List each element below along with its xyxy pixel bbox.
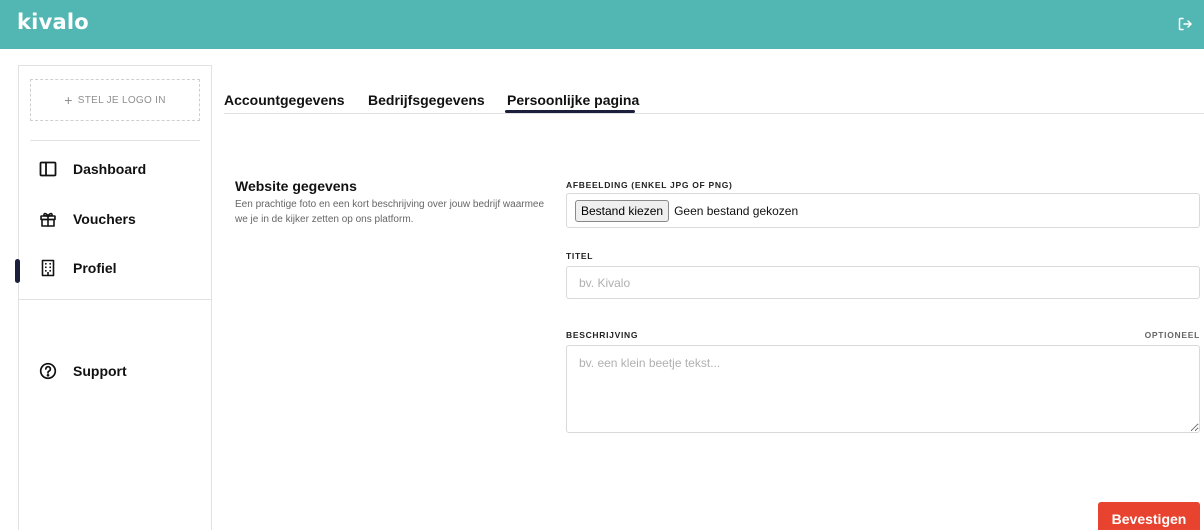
tab-divider <box>224 113 1204 114</box>
gift-icon <box>39 210 57 228</box>
sidebar-item-label: Profiel <box>73 260 117 276</box>
image-file-input[interactable]: Bestand kiezen Geen bestand gekozen <box>566 193 1200 228</box>
tab-accountgegevens[interactable]: Accountgegevens <box>224 92 345 108</box>
image-field-label: AFBEELDING (ENKEL JPG OF PNG) <box>566 180 733 190</box>
brand-logo[interactable]: kivalo <box>17 10 89 34</box>
choose-file-button[interactable]: Bestand kiezen <box>575 199 670 222</box>
description-field-label: BESCHRIJVING <box>566 330 639 340</box>
logo-upload-label: STEL JE LOGO IN <box>77 94 166 106</box>
top-bar: kivalo <box>0 0 1204 49</box>
plus-icon: + <box>64 92 73 108</box>
help-icon <box>39 362 57 380</box>
sidebar-item-label: Support <box>73 363 127 379</box>
sidebar-item-support[interactable]: Support <box>19 356 211 386</box>
sidebar-item-label: Dashboard <box>73 161 147 177</box>
sidebar: + STEL JE LOGO IN Dashboard Vouchers Pro… <box>18 65 212 530</box>
tab-bedrijfsgegevens[interactable]: Bedrijfsgegevens <box>368 92 485 108</box>
title-input[interactable] <box>566 266 1200 299</box>
logout-icon[interactable] <box>1177 16 1193 32</box>
tab-persoonlijke-pagina[interactable]: Persoonlijke pagina <box>507 92 639 108</box>
sidebar-item-dashboard[interactable]: Dashboard <box>19 154 211 184</box>
active-indicator <box>15 259 20 283</box>
sidebar-item-vouchers[interactable]: Vouchers <box>19 204 211 234</box>
dashboard-icon <box>39 160 57 178</box>
file-status: Geen bestand gekozen <box>674 203 799 218</box>
section-description: Een prachtige foto en een kort beschrijv… <box>235 199 545 225</box>
building-icon <box>39 259 57 277</box>
description-textarea[interactable] <box>566 345 1200 433</box>
sidebar-item-label: Vouchers <box>73 211 136 227</box>
title-field-label: TITEL <box>566 251 594 261</box>
logo-upload-button[interactable]: + STEL JE LOGO IN <box>30 79 200 121</box>
section-title: Website gegevens <box>235 178 357 194</box>
sidebar-item-profiel[interactable]: Profiel <box>19 253 211 283</box>
sidebar-divider <box>19 299 211 300</box>
confirm-button[interactable]: Bevestigen <box>1098 502 1200 530</box>
optional-label: OPTIONEEL <box>1144 330 1200 340</box>
sidebar-divider <box>30 140 200 141</box>
